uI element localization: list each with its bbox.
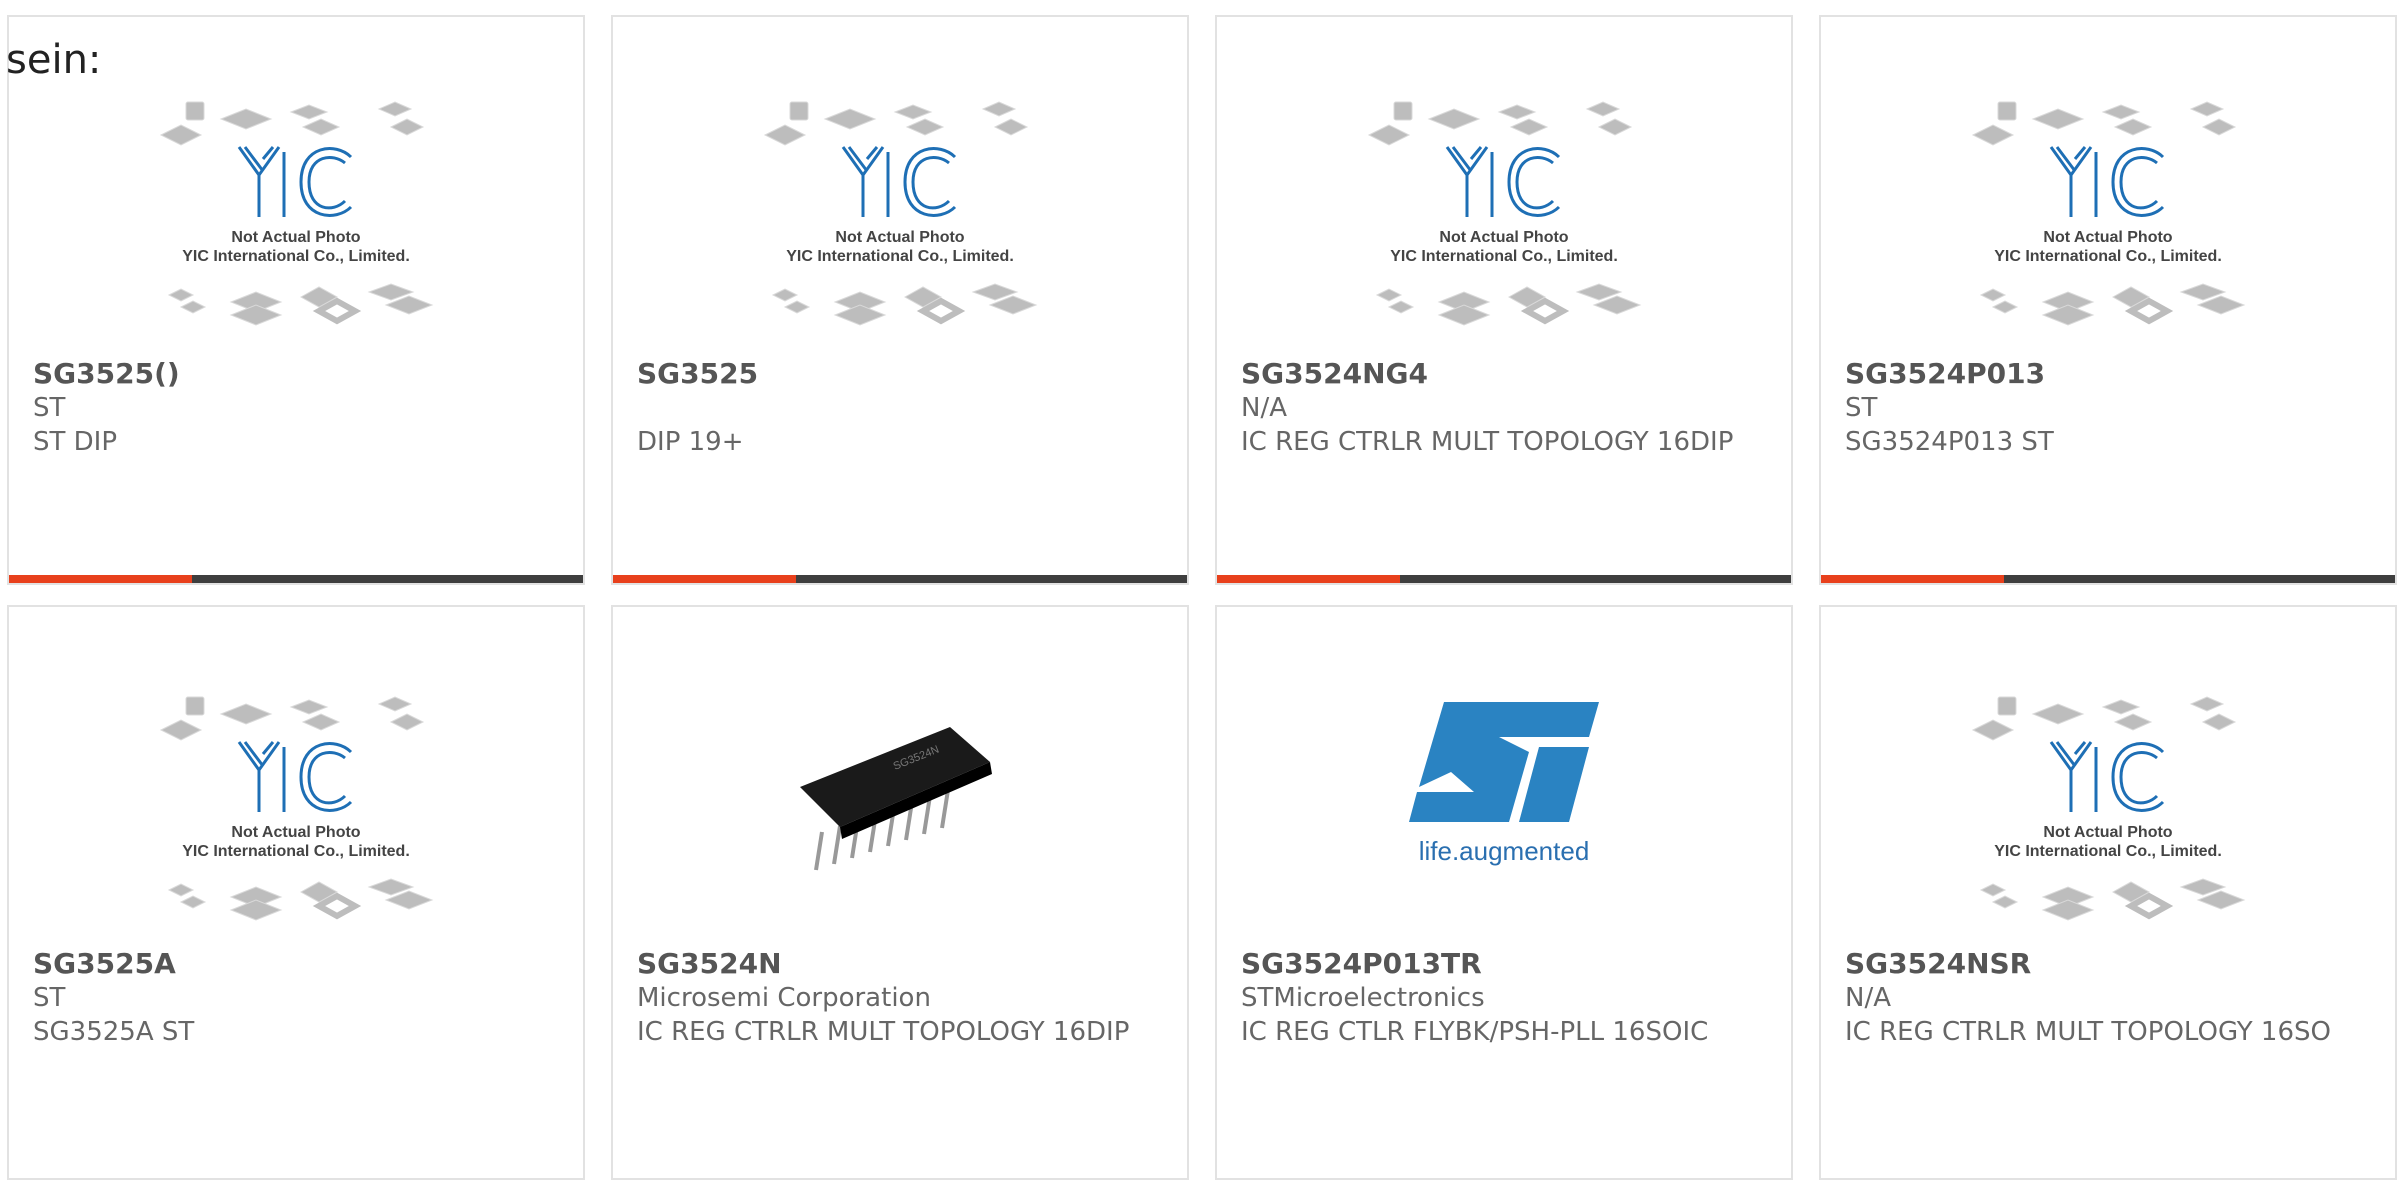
card-accent-bar xyxy=(1821,575,2004,583)
product-card[interactable]: Not Actual Photo YIC International Co., … xyxy=(7,15,585,585)
part-number[interactable]: SG3525 xyxy=(637,357,1157,391)
product-card[interactable]: Not Actual Photo YIC International Co., … xyxy=(1819,15,2397,585)
part-number[interactable]: SG3524P013TR xyxy=(1241,947,1761,981)
description: DIP 19+ xyxy=(637,427,744,457)
placeholder-icon[interactable]: Not Actual Photo YIC International Co., … xyxy=(613,97,1187,322)
placeholder-line2: YIC International Co., Limited. xyxy=(182,248,410,265)
manufacturer xyxy=(637,391,1157,425)
placeholder-line1: Not Actual Photo xyxy=(231,229,360,246)
card-accent-bar xyxy=(1217,575,1400,583)
manufacturer: ST xyxy=(33,393,66,423)
placeholder-line1: Not Actual Photo xyxy=(231,824,360,841)
product-info: SG3525() ST ST DIP xyxy=(33,357,553,459)
placeholder-line1: Not Actual Photo xyxy=(835,229,964,246)
placeholder-line1: Not Actual Photo xyxy=(1439,229,1568,246)
part-number[interactable]: SG3524N xyxy=(637,947,1157,981)
manufacturer: STMicroelectronics xyxy=(1241,983,1485,1013)
section-heading: sein: xyxy=(6,37,102,83)
description: IC REG CTRLR MULT TOPOLOGY 16SO xyxy=(1845,1017,2331,1047)
product-info: SG3525 DIP 19+ xyxy=(637,357,1157,459)
product-card[interactable]: Not Actual Photo YIC International Co., … xyxy=(7,605,585,1180)
description: SG3525A ST xyxy=(33,1017,195,1047)
placeholder-line1: Not Actual Photo xyxy=(2043,229,2172,246)
product-info: SG3525A ST SG3525A ST xyxy=(33,947,553,1049)
card-accent-bar xyxy=(613,575,796,583)
manufacturer: N/A xyxy=(1241,393,1287,423)
product-card[interactable]: Not Actual Photo YIC International Co., … xyxy=(1819,605,2397,1180)
card-accent-bar xyxy=(9,575,192,583)
product-info: SG3524NSR N/A IC REG CTRLR MULT TOPOLOGY… xyxy=(1845,947,2365,1049)
placeholder-icon[interactable]: Not Actual Photo YIC International Co., … xyxy=(1821,97,2395,322)
product-card[interactable]: life.augmented SG3524P013TR STMicroelect… xyxy=(1215,605,1793,1180)
placeholder-line2: YIC International Co., Limited. xyxy=(1994,248,2222,265)
part-number[interactable]: SG3524NSR xyxy=(1845,947,2365,981)
placeholder-line2: YIC International Co., Limited. xyxy=(1390,248,1618,265)
card-bottom-bar xyxy=(1217,575,1791,583)
description: ST DIP xyxy=(33,427,118,457)
product-info: SG3524P013TR STMicroelectronics IC REG C… xyxy=(1241,947,1761,1049)
description: IC REG CTRLR MULT TOPOLOGY 16DIP xyxy=(637,1017,1130,1047)
st-logo-text: life.augmented xyxy=(1419,836,1590,866)
card-bottom-bar xyxy=(9,575,583,583)
placeholder-line2: YIC International Co., Limited. xyxy=(786,248,1014,265)
st-logo[interactable]: life.augmented xyxy=(1217,692,1791,917)
manufacturer: N/A xyxy=(1845,983,1891,1013)
description: SG3524P013 ST xyxy=(1845,427,2054,457)
placeholder-line2: YIC International Co., Limited. xyxy=(182,843,410,860)
placeholder-line1: Not Actual Photo xyxy=(2043,824,2172,841)
description: IC REG CTRLR MULT TOPOLOGY 16DIP xyxy=(1241,427,1734,457)
manufacturer: ST xyxy=(1845,393,1878,423)
product-info: SG3524NG4 N/A IC REG CTRLR MULT TOPOLOGY… xyxy=(1241,357,1761,459)
manufacturer: ST xyxy=(33,983,66,1013)
product-info: SG3524P013 ST SG3524P013 ST xyxy=(1845,357,2365,459)
placeholder-icon[interactable]: Not Actual Photo YIC International Co., … xyxy=(1217,97,1791,322)
product-card[interactable]: Not Actual Photo YIC International Co., … xyxy=(1215,15,1793,585)
part-number[interactable]: SG3524NG4 xyxy=(1241,357,1761,391)
product-card[interactable]: SG3524N SG3524N Microsemi Corporation IC… xyxy=(611,605,1189,1180)
description: IC REG CTLR FLYBK/PSH-PLL 16SOIC xyxy=(1241,1017,1709,1047)
manufacturer: Microsemi Corporation xyxy=(637,983,931,1013)
part-number[interactable]: SG3525() xyxy=(33,357,553,391)
placeholder-icon[interactable]: Not Actual Photo YIC International Co., … xyxy=(1821,692,2395,917)
part-number[interactable]: SG3524P013 xyxy=(1845,357,2365,391)
part-number[interactable]: SG3525A xyxy=(33,947,553,981)
product-card[interactable]: Not Actual Photo YIC International Co., … xyxy=(611,15,1189,585)
product-info: SG3524N Microsemi Corporation IC REG CTR… xyxy=(637,947,1157,1049)
placeholder-icon[interactable]: Not Actual Photo YIC International Co., … xyxy=(9,692,583,917)
card-bottom-bar xyxy=(1821,575,2395,583)
card-bottom-bar xyxy=(613,575,1187,583)
dip-chip-photo[interactable]: SG3524N xyxy=(613,692,1187,917)
placeholder-icon[interactable]: Not Actual Photo YIC International Co., … xyxy=(9,97,583,322)
placeholder-line2: YIC International Co., Limited. xyxy=(1994,843,2222,860)
